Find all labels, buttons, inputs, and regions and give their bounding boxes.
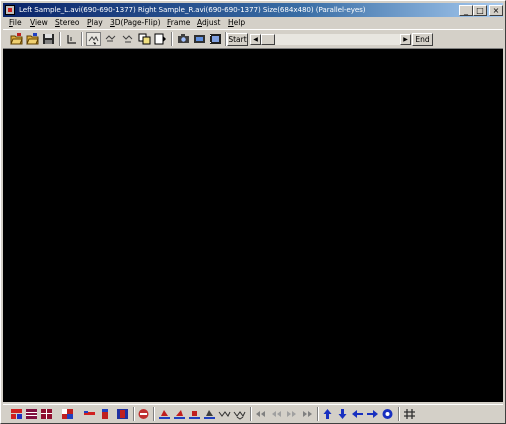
- scroll-right-icon[interactable]: ▶: [400, 34, 411, 45]
- grid-icon[interactable]: [403, 408, 416, 420]
- scroll-thumb[interactable]: [261, 34, 275, 45]
- menu-view-label: iew: [34, 18, 48, 27]
- anaglyph-color-icon[interactable]: [116, 408, 129, 420]
- rotate-right-icon[interactable]: [121, 33, 134, 45]
- title-bar[interactable]: Left Sample_L.avi(690-690-1377) Right Sa…: [3, 3, 503, 17]
- menu-adjust-label: djust: [202, 18, 221, 27]
- rotate-left-icon[interactable]: [104, 33, 117, 45]
- page-flip-icon[interactable]: [154, 33, 167, 45]
- menu-page-flip-label: D(Page-Flip): [114, 18, 161, 27]
- maximize-button[interactable]: □: [473, 5, 487, 16]
- stop-icon[interactable]: [137, 408, 150, 420]
- go-last-icon[interactable]: [300, 408, 313, 420]
- go-first-icon[interactable]: [255, 408, 268, 420]
- menu-bar: File View Stereo Play 3D(Page-Flip) Fram…: [3, 17, 503, 29]
- menu-file-label: ile: [12, 18, 22, 27]
- menu-adjust[interactable]: Adjust: [197, 17, 220, 29]
- menu-play[interactable]: Play: [87, 17, 103, 29]
- anaglyph-gray-icon[interactable]: [99, 408, 112, 420]
- toolbar-separator: [317, 407, 319, 421]
- open-left-icon[interactable]: [10, 33, 23, 45]
- window-title: Left Sample_L.avi(690-690-1377) Right Sa…: [19, 5, 366, 14]
- toolbar-separator: [250, 407, 252, 421]
- align-up-icon[interactable]: [188, 408, 201, 420]
- toolbar-separator: [59, 32, 61, 46]
- menu-stereo[interactable]: Stereo: [55, 17, 79, 29]
- menu-play-label: lay: [91, 18, 103, 27]
- end-button[interactable]: End: [412, 33, 433, 46]
- color-red-cyan-icon[interactable]: [25, 408, 38, 420]
- align-right-icon[interactable]: [173, 408, 186, 420]
- camera-icon[interactable]: [177, 33, 190, 45]
- copy-frame-icon[interactable]: [138, 33, 151, 45]
- minimize-button[interactable]: _: [459, 5, 473, 16]
- start-button[interactable]: Start: [227, 33, 248, 46]
- wave-right-icon[interactable]: [233, 408, 246, 420]
- align-left-icon[interactable]: [158, 408, 171, 420]
- center-icon[interactable]: [381, 408, 394, 420]
- menu-frame[interactable]: Frame: [167, 17, 190, 29]
- film-icon[interactable]: [209, 33, 222, 45]
- color-red-green-icon[interactable]: [40, 408, 53, 420]
- swap-eyes-icon[interactable]: [86, 32, 101, 46]
- video-capture-icon[interactable]: [193, 33, 206, 45]
- color-ribbon-icon[interactable]: [83, 408, 96, 420]
- video-viewport[interactable]: [3, 49, 503, 402]
- color-red-blue-icon[interactable]: [10, 408, 23, 420]
- menu-help[interactable]: Help: [228, 17, 245, 29]
- align-down-icon[interactable]: [203, 408, 216, 420]
- crop-icon[interactable]: [65, 33, 78, 45]
- arrow-left-icon[interactable]: [351, 408, 364, 420]
- toolbar-separator: [153, 407, 155, 421]
- main-toolbar: Start ◀ ▶ End: [3, 29, 503, 49]
- open-right-icon[interactable]: [26, 33, 39, 45]
- palette-icon[interactable]: [61, 408, 74, 420]
- menu-file[interactable]: File: [9, 17, 22, 29]
- toolbar-separator: [133, 407, 135, 421]
- menu-view[interactable]: View: [30, 17, 48, 29]
- toolbar-separator: [398, 407, 400, 421]
- wave-left-icon[interactable]: [218, 408, 231, 420]
- arrow-down-icon[interactable]: [336, 408, 349, 420]
- app-window: Left Sample_L.avi(690-690-1377) Right Sa…: [0, 0, 506, 424]
- menu-frame-label: rame: [170, 18, 191, 27]
- menu-help-label: elp: [233, 18, 246, 27]
- close-button[interactable]: ×: [489, 5, 503, 16]
- toolbar-separator: [171, 32, 173, 46]
- bottom-toolbar: [3, 404, 503, 423]
- toolbar-separator: [81, 32, 83, 46]
- menu-stereo-label: tereo: [59, 18, 80, 27]
- seek-scrollbar[interactable]: ◀ ▶: [250, 34, 411, 45]
- step-forward-icon[interactable]: [285, 408, 298, 420]
- step-back-icon[interactable]: [270, 408, 283, 420]
- app-icon[interactable]: [5, 5, 15, 15]
- scroll-left-icon[interactable]: ◀: [250, 34, 261, 45]
- arrow-right-icon[interactable]: [366, 408, 379, 420]
- save-icon[interactable]: [42, 33, 55, 45]
- arrow-up-icon[interactable]: [321, 408, 334, 420]
- menu-page-flip[interactable]: 3D(Page-Flip): [110, 17, 161, 29]
